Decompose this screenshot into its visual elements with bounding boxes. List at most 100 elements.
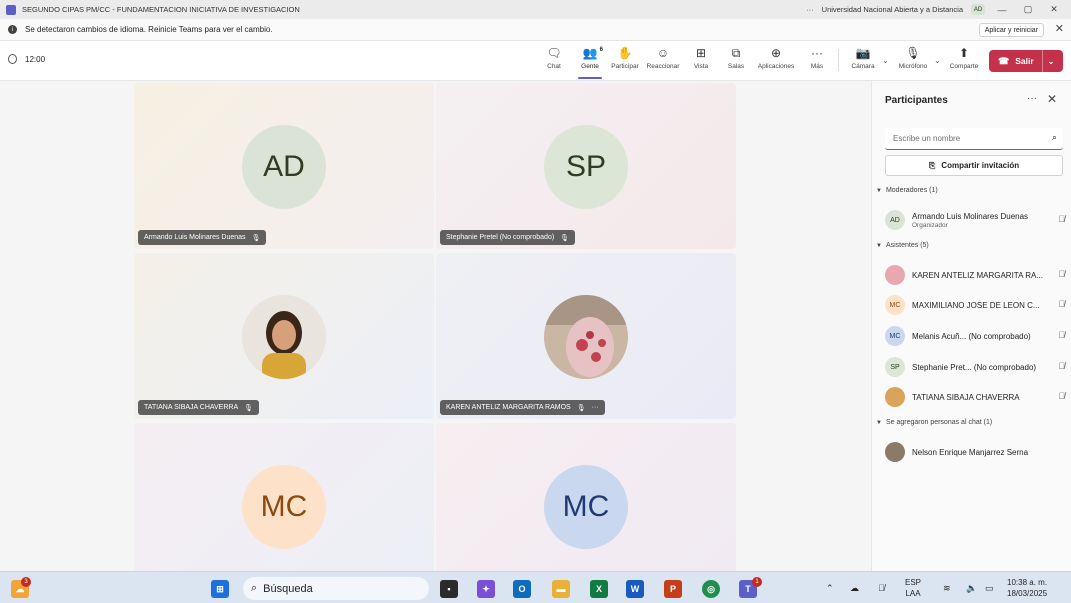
- meeting-shield-icon: [8, 54, 17, 64]
- share-button[interactable]: ⬆ Comparte: [944, 45, 984, 77]
- battery-icon[interactable]: ▭: [985, 572, 994, 603]
- search-icon: ⌕: [1051, 132, 1057, 142]
- clock-time: 10:38 a. m.: [1007, 578, 1048, 587]
- start-icon[interactable]: ⊞: [211, 580, 229, 598]
- close-window-button[interactable]: ✕: [1045, 4, 1063, 15]
- participant-search[interactable]: ⌕: [885, 128, 1063, 150]
- participant-row[interactable]: Nelson Enrique Manjarrez Serna: [885, 441, 1065, 463]
- participant-row[interactable]: TATIANA SIBAJA CHAVERRA 🎙̸: [885, 386, 1065, 408]
- mic-muted-tray-icon[interactable]: 🎙̸: [878, 572, 885, 603]
- volume-icon[interactable]: 🔈: [966, 572, 977, 603]
- powerpoint-icon[interactable]: P: [664, 580, 682, 598]
- collapse-chevron-icon: ▼: [876, 187, 882, 194]
- participant-name: MAXIMILIANO JOSE DE LEON C...: [912, 300, 1040, 310]
- teams-app-icon: [6, 4, 16, 15]
- moderators-section-header[interactable]: ▼ Moderadores (1): [876, 187, 938, 194]
- chat-button[interactable]: 🗨 Chat: [534, 45, 574, 77]
- apps-button[interactable]: ⊕ Aplicaciones: [756, 45, 796, 77]
- window-titlebar: SEGUNDO CIPAS PM/CC - FUNDAMENTACION INI…: [0, 0, 1071, 19]
- user-avatar[interactable]: AD: [971, 4, 985, 15]
- mic-off-icon: 🎙̸: [1058, 269, 1065, 279]
- participant-tile[interactable]: SP Stephanie Pretel (No comprobado) 🎙: [436, 83, 736, 249]
- participant-nametag: Stephanie Pretel (No comprobado) 🎙: [440, 230, 576, 245]
- panel-more-icon[interactable]: ···: [1027, 93, 1037, 104]
- mic-icon: 🎙: [244, 404, 254, 412]
- chat-members-section-header[interactable]: ▼ Se agregaron personas al chat (1): [876, 419, 992, 426]
- more-icon: ···: [811, 46, 823, 60]
- leave-divider: [1041, 50, 1043, 72]
- taskbar-search-label: Búsqueda: [263, 582, 313, 595]
- participant-avatar: SP: [885, 357, 905, 377]
- task-view-icon[interactable]: ▪: [440, 580, 458, 598]
- participant-nametag: KAREN ANTELIZ MARGARITA RAMOS 🎙 ···: [440, 400, 605, 415]
- search-input[interactable]: [893, 134, 1043, 143]
- word-icon[interactable]: W: [626, 580, 644, 598]
- onedrive-icon[interactable]: ☁: [850, 572, 859, 603]
- participant-row[interactable]: MC Melanis Acuñ... (No comprobado) 🎙̸: [885, 325, 1065, 347]
- camera-options-chevron-icon[interactable]: ⌄: [882, 56, 889, 65]
- view-label: Vista: [693, 63, 709, 70]
- leave-label: Salir: [1015, 56, 1034, 66]
- react-button[interactable]: ☺ Reaccionar: [643, 45, 683, 77]
- show-hidden-icons-chevron-icon[interactable]: ⌃: [826, 572, 834, 603]
- participant-tile[interactable]: MC: [134, 423, 434, 571]
- participant-name: Melanis Acuñ... (No comprobado): [912, 331, 1031, 341]
- participant-avatar: AD: [242, 125, 326, 209]
- more-options-icon[interactable]: ···: [806, 5, 814, 14]
- meeting-time: 12:00: [25, 54, 46, 64]
- participant-tile[interactable]: KAREN ANTELIZ MARGARITA RAMOS 🎙 ···: [436, 253, 736, 419]
- participant-avatar: MC: [885, 326, 905, 346]
- participant-avatar: [885, 265, 905, 285]
- chrome-icon[interactable]: ◎: [702, 580, 720, 598]
- file-explorer-icon[interactable]: ▬: [552, 580, 570, 598]
- tile-more-icon[interactable]: ···: [592, 404, 599, 411]
- attendees-section-header[interactable]: ▼ Asistentes (5): [876, 242, 929, 249]
- view-button[interactable]: ⊞ Vista: [681, 45, 721, 77]
- participant-avatar: AD: [885, 210, 905, 230]
- participant-avatar: [885, 387, 905, 407]
- share-icon: ⬆: [958, 46, 970, 60]
- people-button[interactable]: 👥 6 Gente: [570, 45, 610, 79]
- copilot-icon[interactable]: ✦: [477, 580, 495, 598]
- participant-tile[interactable]: MC: [436, 423, 736, 571]
- apply-restart-button[interactable]: Aplicar y reiniciar: [978, 23, 1044, 37]
- participant-row[interactable]: MC MAXIMILIANO JOSE DE LEON C... 🎙̸: [885, 294, 1065, 316]
- raise-hand-button[interactable]: ✋ Participar: [605, 45, 645, 77]
- participant-row[interactable]: SP Stephanie Pret... (No comprobado) 🎙̸: [885, 356, 1065, 378]
- participant-photo: [242, 295, 326, 379]
- section-label: Se agregaron personas al chat (1): [885, 419, 993, 426]
- react-icon: ☺: [656, 46, 670, 60]
- more-button[interactable]: ··· Más: [797, 45, 837, 77]
- rooms-button[interactable]: ⧉ Salas: [716, 45, 756, 77]
- notice-close-icon[interactable]: ✕: [1055, 22, 1064, 35]
- participant-name: Armando Luis Molinares Duenas: [144, 234, 246, 241]
- input-language[interactable]: ESP LAA: [905, 577, 921, 599]
- apps-label: Aplicaciones: [757, 63, 795, 70]
- participant-row[interactable]: AD Armando Luis Molinares Duenas Organiz…: [885, 209, 1065, 231]
- info-icon: i: [8, 25, 17, 34]
- share-invite-button[interactable]: ⎘ Compartir invitación: [885, 155, 1063, 176]
- mic-off-icon: 🎙: [905, 46, 921, 60]
- wifi-icon[interactable]: ≋: [943, 572, 951, 603]
- participant-tile[interactable]: AD Armando Luis Molinares Duenas 🎙: [134, 83, 434, 249]
- people-label: Gente: [581, 63, 599, 70]
- participant-row[interactable]: KAREN ANTELIZ MARGARITA RA... 🎙̸: [885, 264, 1065, 286]
- participant-name: KAREN ANTELIZ MARGARITA RA...: [912, 270, 1043, 280]
- leave-button[interactable]: ☎ Salir ⌄: [989, 50, 1063, 72]
- minimize-button[interactable]: —: [993, 5, 1011, 15]
- taskbar-search[interactable]: ⌕ Búsqueda: [243, 577, 429, 600]
- outlook-icon[interactable]: O: [513, 580, 531, 598]
- profile-photo-image: [544, 295, 628, 379]
- microphone-button[interactable]: 🎙 Micrófono: [893, 45, 933, 77]
- system-clock[interactable]: 10:38 a. m. 18/03/2025: [1007, 577, 1047, 599]
- excel-icon[interactable]: X: [590, 580, 608, 598]
- participant-tile[interactable]: TATIANA SIBAJA CHAVERRA 🎙: [134, 253, 434, 419]
- mic-options-chevron-icon[interactable]: ⌄: [934, 56, 941, 65]
- leave-options-chevron-icon[interactable]: ⌄: [1048, 57, 1055, 66]
- maximize-button[interactable]: ▢: [1019, 4, 1037, 15]
- panel-close-icon[interactable]: ✕: [1047, 92, 1057, 106]
- participant-name: Armando Luis Molinares Duenas: [912, 211, 1029, 221]
- people-icon: 👥: [582, 46, 598, 60]
- camera-button[interactable]: 📷 Cámara: [843, 45, 883, 77]
- video-gallery: AD Armando Luis Molinares Duenas 🎙 SP St…: [0, 81, 871, 571]
